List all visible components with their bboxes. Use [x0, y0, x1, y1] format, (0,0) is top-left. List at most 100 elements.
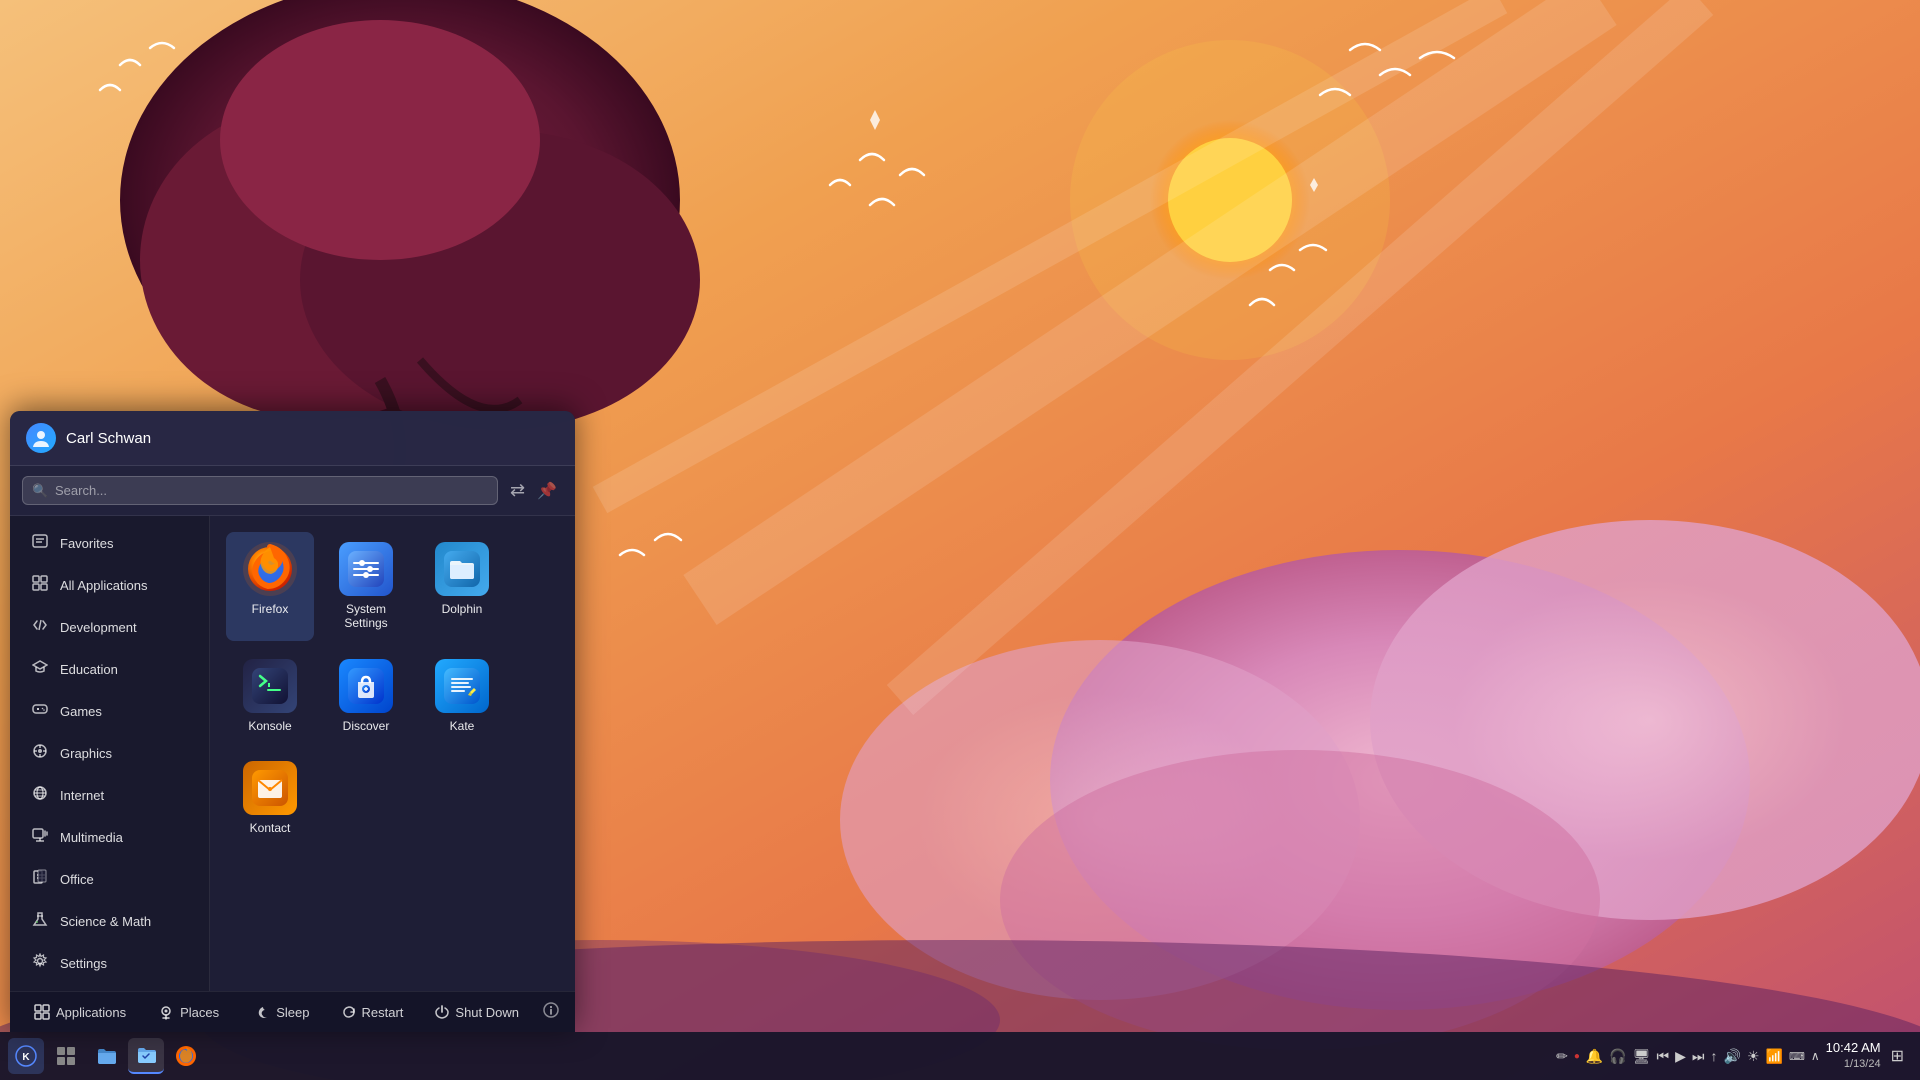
- system-settings-icon: [339, 542, 393, 596]
- sidebar-item-office-label: Office: [60, 872, 94, 887]
- taskbar-firefox-button[interactable]: [168, 1038, 204, 1074]
- app-konsole-label: Konsole: [248, 719, 291, 733]
- sidebar-item-multimedia[interactable]: Multimedia: [14, 817, 205, 858]
- discover-icon: [339, 659, 393, 713]
- sidebar-item-office[interactable]: Office: [14, 859, 205, 900]
- sidebar-item-education-label: Education: [60, 662, 118, 677]
- dolphin-icon: [435, 542, 489, 596]
- menu-body: Favorites All Applications: [10, 516, 575, 991]
- menu-header: Carl Schwan: [10, 411, 575, 466]
- taskbar: K: [0, 1032, 1920, 1080]
- search-input-wrap: 🔍: [22, 476, 498, 505]
- menu-sidebar: Favorites All Applications: [10, 516, 210, 991]
- app-firefox[interactable]: Firefox: [226, 532, 314, 641]
- sidebar-item-all-applications[interactable]: All Applications: [14, 565, 205, 606]
- taskbar-tasks-button[interactable]: [48, 1038, 84, 1074]
- taskbar-audio-icon[interactable]: 🎧: [1609, 1048, 1626, 1065]
- app-dolphin-label: Dolphin: [442, 602, 483, 616]
- places-button[interactable]: Places: [150, 1000, 227, 1024]
- firefox-icon: [243, 542, 297, 596]
- taskbar-brightness-icon[interactable]: ☀: [1747, 1048, 1760, 1065]
- taskbar-prev-icon[interactable]: ⏮: [1657, 1048, 1670, 1065]
- svg-text:K: K: [22, 1052, 30, 1063]
- taskbar-keyboard-icon[interactable]: ⌨: [1789, 1050, 1805, 1063]
- sidebar-item-settings-label: Settings: [60, 956, 107, 971]
- active-app-icon: [135, 1044, 157, 1066]
- development-icon: [30, 617, 50, 638]
- app-konsole[interactable]: Konsole: [226, 649, 314, 743]
- restart-label: Restart: [362, 1005, 404, 1020]
- taskbar-active-app[interactable]: [128, 1038, 164, 1074]
- sidebar-item-development-label: Development: [60, 620, 137, 635]
- app-kontact[interactable]: Kontact: [226, 751, 314, 845]
- search-input[interactable]: [22, 476, 498, 505]
- sidebar-item-multimedia-label: Multimedia: [60, 830, 123, 845]
- taskbar-next-icon[interactable]: ⏭: [1692, 1048, 1705, 1065]
- taskbar-left: K: [8, 1038, 204, 1074]
- app-discover[interactable]: Discover: [322, 649, 410, 743]
- taskbar-time-display: 10:42 AM: [1826, 1040, 1881, 1057]
- kate-icon: [435, 659, 489, 713]
- sidebar-item-favorites-label: Favorites: [60, 536, 113, 551]
- places-icon: [158, 1004, 174, 1020]
- app-firefox-label: Firefox: [252, 602, 289, 616]
- app-system-settings[interactable]: System Settings: [322, 532, 410, 641]
- taskbar-notification-icon[interactable]: 🔔: [1586, 1048, 1603, 1065]
- app-dolphin[interactable]: Dolphin: [418, 532, 506, 641]
- footer-left: Applications Places: [26, 1000, 227, 1024]
- app-discover-label: Discover: [343, 719, 390, 733]
- office-icon: [30, 869, 50, 890]
- taskbar-files-button[interactable]: [88, 1038, 124, 1074]
- taskbar-date-display: 1/13/24: [1826, 1057, 1881, 1071]
- favorites-icon: [30, 533, 50, 554]
- app-kate-label: Kate: [450, 719, 475, 733]
- info-button[interactable]: [543, 1002, 559, 1023]
- taskbar-kde-button[interactable]: K: [8, 1038, 44, 1074]
- sidebar-item-games-label: Games: [60, 704, 102, 719]
- taskbar-clock[interactable]: 10:42 AM 1/13/24: [1826, 1040, 1881, 1071]
- applications-label: Applications: [56, 1005, 126, 1020]
- app-system-settings-label: System Settings: [328, 602, 404, 631]
- education-icon: [30, 659, 50, 680]
- places-label: Places: [180, 1005, 219, 1020]
- science-icon: [30, 911, 50, 932]
- taskbar-volume-icon[interactable]: 🔊: [1724, 1048, 1741, 1065]
- taskbar-record-icon[interactable]: ●: [1574, 1051, 1580, 1062]
- graphics-icon: [30, 743, 50, 764]
- sidebar-item-graphics[interactable]: Graphics: [14, 733, 205, 774]
- shutdown-icon: [435, 1005, 449, 1019]
- taskbar-wifi-icon[interactable]: 📶: [1766, 1048, 1783, 1065]
- applications-button[interactable]: Applications: [26, 1000, 134, 1024]
- shutdown-button[interactable]: Shut Down: [427, 1001, 527, 1024]
- all-apps-icon: [30, 575, 50, 596]
- restart-button[interactable]: Restart: [334, 1001, 412, 1024]
- internet-icon: [30, 785, 50, 806]
- sidebar-item-settings[interactable]: Settings: [14, 943, 205, 984]
- sidebar-item-development[interactable]: Development: [14, 607, 205, 648]
- sidebar-item-science[interactable]: Science & Math: [14, 901, 205, 942]
- sidebar-item-all-apps-label: All Applications: [60, 578, 147, 593]
- taskbar-edit-icon[interactable]: ✏: [1556, 1048, 1568, 1065]
- info-icon: [543, 1002, 559, 1018]
- app-kate[interactable]: Kate: [418, 649, 506, 743]
- sidebar-item-science-label: Science & Math: [60, 914, 151, 929]
- konsole-icon: [243, 659, 297, 713]
- taskbar-expand-icon[interactable]: ∧: [1811, 1049, 1820, 1063]
- taskbar-show-desktop-icon[interactable]: ⊞: [1891, 1046, 1904, 1066]
- user-avatar: [26, 423, 56, 453]
- pin-button[interactable]: 📌: [531, 477, 563, 505]
- search-filter-button[interactable]: ⇄: [504, 476, 531, 505]
- taskbar-upload-icon[interactable]: ↑: [1711, 1048, 1718, 1064]
- footer-right: Sleep Restart Shut Down: [248, 1001, 559, 1024]
- sleep-button[interactable]: Sleep: [248, 1001, 317, 1024]
- taskbar-play-icon[interactable]: ▶: [1675, 1048, 1686, 1065]
- taskbar-firefox-icon: [175, 1045, 197, 1067]
- kontact-icon: [243, 761, 297, 815]
- sidebar-item-internet[interactable]: Internet: [14, 775, 205, 816]
- kde-logo-icon: K: [15, 1045, 37, 1067]
- taskbar-screen-icon[interactable]: 🖥: [1633, 1048, 1651, 1065]
- sidebar-item-internet-label: Internet: [60, 788, 104, 803]
- sidebar-item-education[interactable]: Education: [14, 649, 205, 690]
- sidebar-item-favorites[interactable]: Favorites: [14, 523, 205, 564]
- sidebar-item-games[interactable]: Games: [14, 691, 205, 732]
